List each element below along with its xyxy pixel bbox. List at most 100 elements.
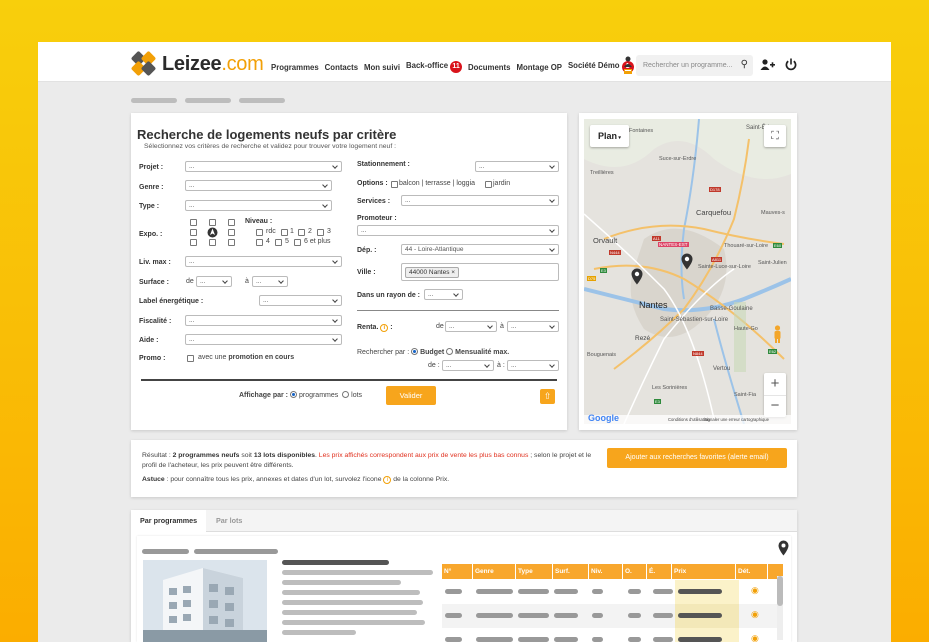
option-balcon-checkbox[interactable] — [391, 181, 398, 188]
expo-n-checkbox[interactable] — [209, 219, 216, 226]
promoteur-select[interactable]: ... — [357, 225, 559, 236]
surface-min-select[interactable]: ... — [196, 276, 232, 287]
surface-max-select[interactable]: ... — [252, 276, 288, 287]
logout-power-icon[interactable] — [785, 58, 797, 71]
rayon-select[interactable]: ... — [424, 289, 463, 300]
niveau-1-checkbox[interactable] — [281, 229, 288, 236]
view-detail-icon[interactable]: ◉ — [751, 609, 759, 620]
expo-sw-checkbox[interactable] — [190, 239, 197, 246]
affichage-lots-radio[interactable] — [342, 391, 350, 398]
expo-w-checkbox[interactable] — [190, 229, 197, 236]
map-view[interactable]: Fontaines Saint-Éd Suce-sur-Erdre Treill… — [584, 119, 791, 424]
fiscalite-select[interactable]: ... — [185, 315, 342, 326]
promo-checkbox[interactable] — [187, 355, 194, 362]
map-label-place: Saint-Sébastien-sur-Loire — [660, 317, 729, 323]
label-energetique-label: Label énergétique : — [139, 298, 204, 305]
scrollbar-thumb[interactable] — [777, 576, 783, 606]
rayon-label: Dans un rayon de : — [357, 292, 421, 299]
table-header[interactable]: Niv. — [589, 564, 623, 579]
program-search-input[interactable]: Rechercher un programme... ⚲ — [636, 55, 753, 76]
results-summary-panel: Résultat : 2 programmes neufs soit 13 lo… — [131, 440, 797, 497]
expo-e-checkbox[interactable] — [228, 229, 235, 236]
map-pin-icon[interactable] — [778, 540, 789, 556]
table-scrollbar[interactable] — [777, 576, 783, 640]
niveau-5-checkbox[interactable] — [275, 239, 282, 246]
program-text-placeholder — [282, 610, 417, 615]
nav-back-office[interactable]: Back-office 11 — [406, 61, 463, 73]
aide-select[interactable]: ... — [185, 334, 342, 345]
map-pin-icon[interactable] — [681, 253, 693, 270]
nav-montage-op[interactable]: Montage OP — [517, 63, 562, 72]
liv-max-select[interactable]: ... — [185, 256, 342, 267]
mensualite-radio[interactable] — [446, 348, 454, 355]
type-select[interactable]: ... — [185, 200, 332, 211]
info-icon[interactable]: i — [380, 324, 389, 332]
tab-par-lots[interactable]: Par lots — [207, 510, 251, 532]
affichage-programmes-radio[interactable] — [289, 391, 297, 398]
table-header[interactable]: O. — [623, 564, 647, 579]
table-header[interactable]: Surf. — [553, 564, 589, 579]
budget-min-select[interactable]: ... — [442, 360, 494, 371]
table-header[interactable]: N° — [442, 564, 473, 579]
add-user-icon[interactable] — [760, 59, 775, 71]
map-label-place: Thouaré-sur-Loire — [724, 243, 769, 249]
renta-max-select[interactable]: ... — [507, 321, 559, 332]
services-select[interactable]: ... — [401, 195, 559, 206]
stationnement-select[interactable]: ... — [475, 161, 559, 172]
search-icon[interactable]: ⚲ — [741, 59, 748, 70]
fullscreen-icon[interactable]: ⛶ — [764, 125, 786, 147]
nav-programmes[interactable]: Programmes — [271, 63, 319, 72]
niveau-6-checkbox[interactable] — [294, 239, 301, 246]
surface-to-label: à — [245, 278, 249, 285]
projet-select[interactable]: ... — [185, 161, 342, 172]
valider-button[interactable]: Valider — [386, 386, 436, 405]
program-card[interactable]: N° Genre Type Surf. Niv. O. É. Prix Dét. — [137, 536, 791, 642]
leizee-logo[interactable]: Leizee.com — [130, 50, 264, 77]
table-row[interactable]: ◉ — [442, 580, 783, 604]
niveau-4-checkbox[interactable] — [256, 239, 263, 246]
zoom-in-icon[interactable]: + — [764, 373, 786, 395]
budget-max-select[interactable]: ... — [507, 360, 559, 371]
departement-select[interactable]: 44 - Loire-Atlantique — [401, 244, 559, 255]
save-search-button[interactable]: Ajouter aux recherches favorites (alerte… — [607, 448, 787, 468]
scroll-top-icon[interactable]: ⇧ — [540, 389, 555, 404]
niveau-2-checkbox[interactable] — [298, 229, 305, 236]
niveau-rdc-checkbox[interactable] — [256, 229, 263, 236]
view-detail-icon[interactable]: ◉ — [751, 633, 759, 642]
label-energetique-select[interactable]: ... — [259, 295, 342, 306]
expo-se-checkbox[interactable] — [228, 239, 235, 246]
budget-radio[interactable] — [411, 348, 419, 355]
map-pin-icon[interactable] — [631, 268, 643, 285]
renta-min-select[interactable]: ... — [445, 321, 497, 332]
expo-nw-checkbox[interactable] — [190, 219, 197, 226]
genre-select[interactable]: ... — [185, 180, 332, 191]
table-header[interactable]: Prix — [672, 564, 736, 579]
nav-mon-suivi[interactable]: Mon suivi — [364, 63, 400, 72]
table-header[interactable]: Genre — [473, 564, 516, 579]
user-profile-icon[interactable] — [622, 55, 634, 75]
zoom-out-icon[interactable]: − — [764, 395, 786, 417]
expo-s-checkbox[interactable] — [209, 239, 216, 246]
table-row[interactable]: ◉ — [442, 604, 783, 628]
table-header[interactable]: Type — [516, 564, 553, 579]
road-marker: N444 — [609, 250, 621, 255]
expo-ne-checkbox[interactable] — [228, 219, 235, 226]
ville-tag[interactable]: 44000 Nantes × — [405, 267, 460, 278]
map-report-link[interactable]: Signaler une erreur cartographique — [704, 417, 769, 422]
niveau-1-label: 1 — [290, 228, 294, 235]
liv-max-label: Liv. max : — [139, 259, 171, 266]
option-jardin-checkbox[interactable] — [485, 181, 492, 188]
nav-contacts[interactable]: Contacts — [325, 63, 358, 72]
cell-placeholder — [653, 589, 673, 594]
ville-input[interactable]: 44000 Nantes × — [401, 263, 559, 281]
table-header[interactable]: É. — [647, 564, 672, 579]
map-type-button[interactable]: Plan ▾ — [590, 125, 629, 147]
niveau-label: Niveau : — [245, 218, 273, 225]
street-view-pegman-icon[interactable] — [772, 325, 783, 344]
niveau-3-checkbox[interactable] — [317, 229, 324, 236]
tab-par-programmes[interactable]: Par programmes — [131, 510, 207, 532]
nav-documents[interactable]: Documents — [468, 63, 510, 72]
table-header[interactable]: Dét. — [736, 564, 768, 579]
table-row[interactable]: ◉ — [442, 628, 783, 642]
view-detail-icon[interactable]: ◉ — [751, 585, 759, 596]
